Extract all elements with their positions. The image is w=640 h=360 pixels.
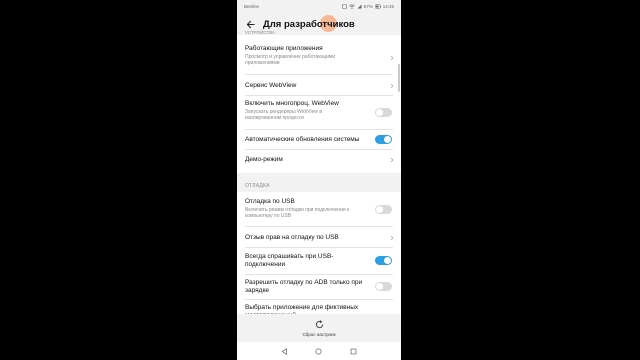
scrollbar[interactable] [398, 64, 400, 92]
status-bar: Beeline 57% 14:45 [237, 0, 401, 13]
setting-webview-service[interactable]: Сервис WebView [237, 82, 401, 90]
nfc-icon [341, 4, 347, 9]
back-button[interactable] [245, 19, 255, 29]
battery-label: 57% [363, 4, 373, 9]
setting-demo-mode[interactable]: Демо-режим [237, 156, 401, 164]
chevron-right-icon [390, 157, 394, 163]
home-nav-icon[interactable] [315, 347, 322, 355]
back-arrow-icon [246, 20, 255, 28]
setting-subtitle: Просмотр и управление работающими прилож… [245, 54, 336, 66]
multiprocess-webview-toggle[interactable] [375, 108, 392, 117]
reset-settings-label: Сброс настроек [302, 331, 336, 337]
chevron-right-icon [390, 83, 394, 89]
reset-icon [315, 319, 323, 328]
wifi-icon [348, 4, 355, 9]
signal-icon [357, 4, 362, 9]
setting-title: Демо-режим [245, 156, 283, 163]
setting-title: Всегда спрашивать при USB-подключении [245, 253, 334, 268]
divider [245, 274, 393, 275]
status-icons: 57% 14:45 [341, 4, 394, 9]
page-title: Для разработчиков [263, 18, 355, 30]
battery-icon [374, 4, 381, 9]
setting-running-apps[interactable]: Работающие приложения Просмотр и управле… [237, 45, 401, 66]
toggle-knob [376, 109, 383, 116]
auto-updates-toggle[interactable] [375, 135, 392, 144]
back-nav-icon[interactable] [281, 347, 288, 355]
divider [245, 149, 393, 150]
setting-title: Работающие приложения [245, 45, 323, 52]
divider [245, 129, 393, 130]
setting-title: Отзыв прав на отладку по USB [245, 234, 339, 241]
setting-title: Отладка по USB [245, 198, 295, 205]
divider [245, 95, 393, 96]
usb-debugging-toggle[interactable] [375, 205, 392, 214]
setting-title: Включить многопроц. WebView [245, 100, 339, 107]
setting-title: Сервис WebView [245, 82, 297, 89]
setting-title: Автоматические обновления системы [245, 136, 360, 143]
always-ask-usb-toggle[interactable] [375, 256, 392, 265]
adb-charging-toggle[interactable] [375, 282, 392, 291]
setting-subtitle: Включить режим отладки при подключении к… [245, 207, 350, 219]
divider [245, 247, 393, 248]
section-label-debugging: ОТЛАДКА [245, 183, 270, 189]
phone-screen: Beeline 57% 14:45 Для разработчиков УСТР… [237, 0, 401, 360]
toggle-knob [384, 257, 391, 264]
toggle-knob [376, 206, 383, 213]
cut-section-label: УСТРОЙСТВА [245, 30, 276, 35]
divider [245, 74, 393, 75]
toggle-knob [376, 283, 383, 290]
settings-card-apps: УСТРОЙСТВА Работающие приложения Просмот… [237, 30, 401, 173]
toggle-knob [384, 136, 391, 143]
system-navigation-bar [237, 342, 401, 360]
chevron-right-icon [390, 235, 394, 241]
setting-subtitle: Запускать рендереры WebView в изолирован… [245, 109, 323, 121]
divider [245, 299, 393, 300]
settings-card-debugging: Отладка по USB Включить режим отладки пр… [237, 192, 401, 319]
chevron-right-icon [390, 55, 394, 61]
recents-nav-icon[interactable] [350, 348, 357, 355]
carrier-label: Beeline [244, 4, 260, 9]
setting-revoke-usb-auth[interactable]: Отзыв прав на отладку по USB [237, 234, 401, 242]
divider [245, 226, 393, 227]
reset-settings-button[interactable]: Сброс настроек [237, 314, 401, 342]
clock: 14:45 [382, 4, 394, 9]
setting-title: Разрешить отладку по ADB только при заря… [245, 279, 363, 294]
